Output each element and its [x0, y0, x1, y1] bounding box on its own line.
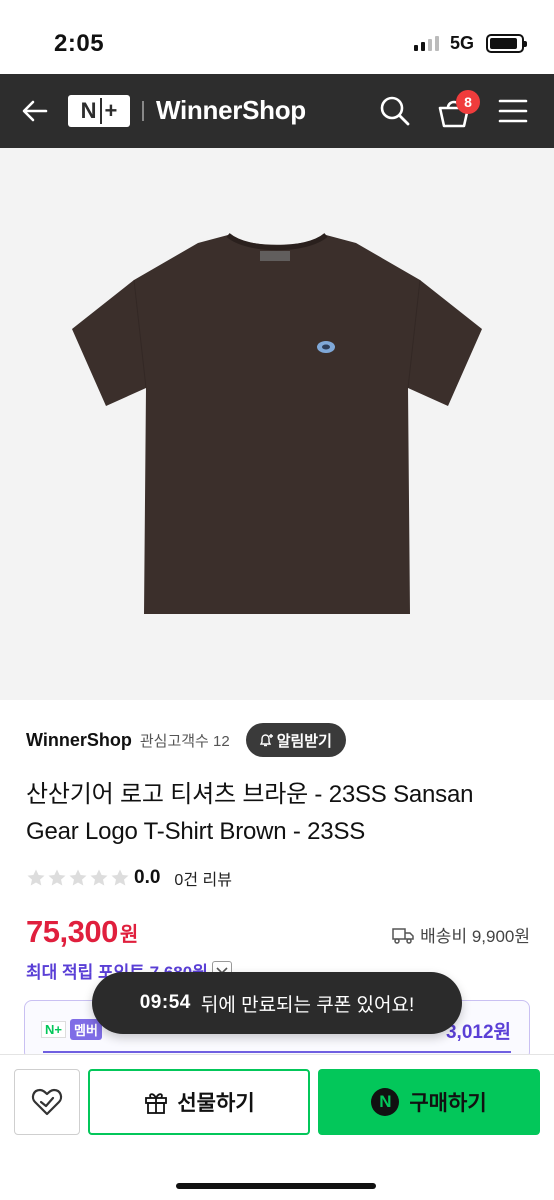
wishlist-button[interactable] — [14, 1069, 80, 1135]
header-divider — [142, 101, 144, 121]
product-image[interactable] — [0, 148, 554, 700]
npay-icon: N — [371, 1088, 400, 1116]
price: 75,300 — [26, 914, 118, 949]
membership-tag: N+ 멤버 — [41, 1019, 102, 1040]
tshirt-image — [72, 232, 482, 614]
app-header: N + WinnerShop 8 — [0, 74, 554, 148]
network-label: 5G — [450, 33, 475, 53]
buy-button[interactable]: N 구매하기 — [318, 1069, 540, 1135]
status-time: 2:05 — [54, 30, 105, 57]
follower-count: 관심고객수 12 — [139, 732, 230, 750]
nplus-logo[interactable]: N + — [68, 95, 130, 127]
star-icon — [90, 869, 108, 886]
star-icon — [111, 869, 129, 886]
star-icon — [48, 869, 66, 886]
price-unit: 원 — [119, 924, 139, 946]
rating-value: 0.0 — [134, 867, 161, 888]
shop-info-row: WinnerShop 관심고객수 12 알림받기 — [26, 722, 536, 758]
rating-row[interactable]: 0.0 0건 리뷰 — [26, 866, 232, 890]
gift-label: 선물하기 — [177, 1092, 255, 1115]
star-icon — [69, 869, 87, 886]
truck-icon — [392, 927, 414, 944]
home-indicator[interactable] — [176, 1183, 376, 1189]
member-tag: 멤버 — [69, 1019, 102, 1040]
bottom-action-bar: 선물하기 N 구매하기 — [0, 1054, 554, 1200]
alarm-button[interactable]: 알림받기 — [245, 723, 346, 757]
search-icon[interactable] — [378, 94, 412, 128]
bell-plus-icon — [259, 734, 273, 747]
star-icon — [27, 869, 45, 886]
signal-icon — [414, 36, 439, 51]
shipping-info: 배송비 9,900원 — [392, 922, 530, 947]
rating-stars — [26, 868, 130, 888]
toast-message: 뒤에 만료되는 쿠폰 있어요! — [200, 994, 415, 1016]
toast-countdown: 09:54 — [139, 992, 191, 1013]
shipping-fee: 배송비 9,900원 — [420, 927, 530, 946]
menu-icon[interactable] — [498, 97, 528, 125]
gift-button[interactable]: 선물하기 — [88, 1069, 310, 1135]
buy-label: 구매하기 — [409, 1092, 487, 1115]
review-count[interactable]: 0건 리뷰 — [174, 866, 232, 890]
price-row: 75,300 원 — [26, 914, 138, 950]
nplus-tag: N+ — [41, 1021, 66, 1038]
heart-icon — [31, 1088, 63, 1116]
shop-name[interactable]: WinnerShop — [26, 730, 132, 751]
alarm-label: 알림받기 — [276, 732, 332, 750]
gift-icon — [145, 1093, 168, 1114]
header-title[interactable]: WinnerShop — [156, 95, 306, 126]
battery-icon — [486, 34, 527, 53]
coupon-expiry-toast[interactable]: 09:54 뒤에 만료되는 쿠폰 있어요! — [92, 972, 462, 1034]
product-title: 산산기어 로고 티셔츠 브라운 - 23SS Sansan Gear Logo … — [26, 781, 474, 845]
cart-count-badge: 8 — [456, 90, 480, 114]
back-arrow-icon[interactable] — [20, 96, 50, 126]
status-bar: 2:05 5G — [0, 0, 554, 74]
